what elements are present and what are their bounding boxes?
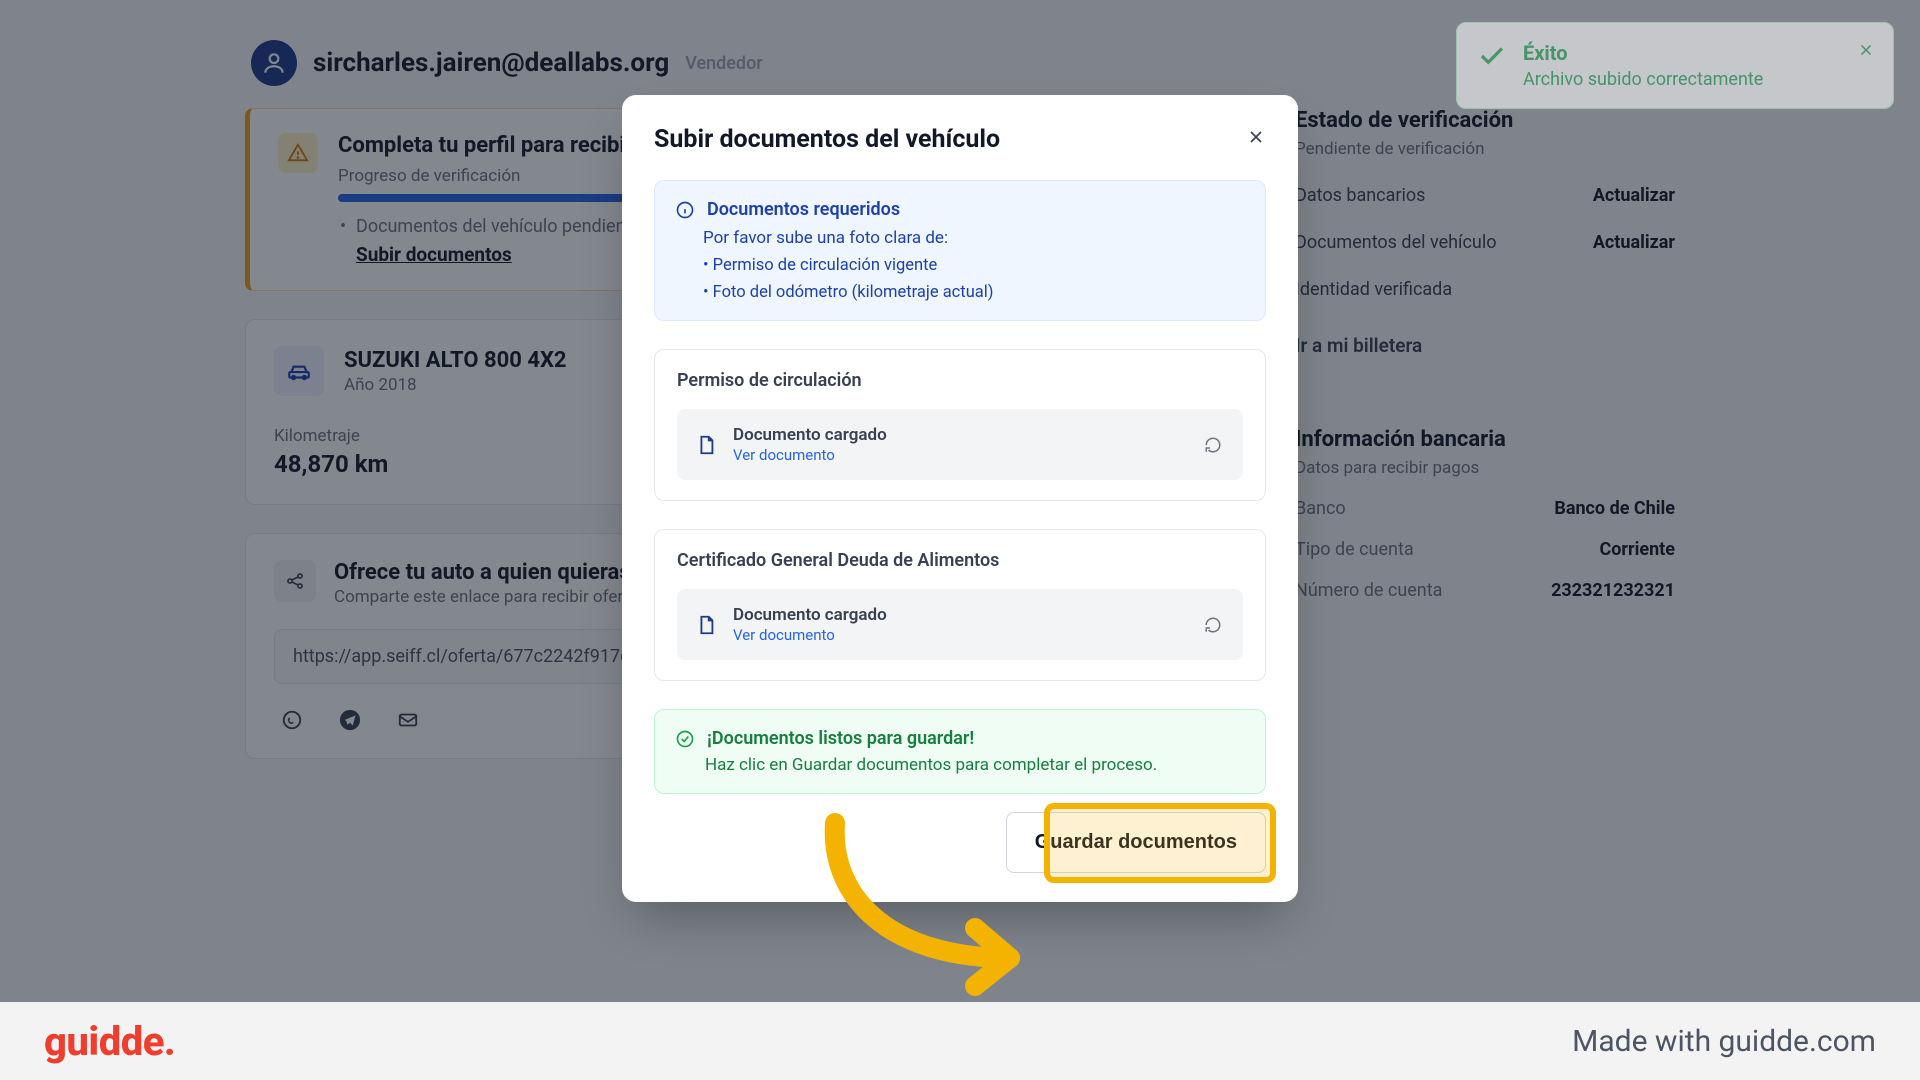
ready-title: ¡Documentos listos para guardar! <box>707 728 974 749</box>
required-subtitle: Por favor sube una foto clara de: <box>703 228 1245 248</box>
doc-card-permiso: Permiso de circulación Documento cargado… <box>654 349 1266 501</box>
required-item-2: • Foto del odómetro (kilometraje actual) <box>703 283 1245 302</box>
save-documents-button[interactable]: Guardar documentos <box>1006 812 1266 873</box>
toast-title: Éxito <box>1523 41 1763 65</box>
upload-documents-modal: Subir documentos del vehículo Documentos… <box>622 95 1298 902</box>
refresh-icon <box>1204 616 1222 634</box>
doc-title: Certificado General Deuda de Alimentos <box>677 550 1243 571</box>
check-icon <box>1477 41 1507 71</box>
ready-to-save-box: ¡Documentos listos para guardar! Haz cli… <box>654 709 1266 794</box>
refresh-button[interactable] <box>1201 613 1225 637</box>
doc-loaded-label: Documento cargado <box>733 425 887 445</box>
made-with-label: Made with guidde.com <box>1572 1024 1876 1059</box>
success-toast: Éxito Archivo subido correctamente <box>1456 22 1894 109</box>
doc-loaded-label: Documento cargado <box>733 605 887 625</box>
view-document-link[interactable]: Ver documento <box>733 626 835 644</box>
view-document-link[interactable]: Ver documento <box>733 446 835 464</box>
required-title: Documentos requeridos <box>707 199 900 220</box>
check-circle-icon <box>675 729 695 749</box>
info-icon <box>675 200 695 220</box>
toast-message: Archivo subido correctamente <box>1523 69 1763 90</box>
ready-subtitle: Haz clic en Guardar documentos para comp… <box>705 755 1245 775</box>
refresh-icon <box>1204 436 1222 454</box>
required-item-1: • Permiso de circulación vigente <box>703 256 1245 275</box>
file-icon <box>695 434 717 456</box>
required-documents-box: Documentos requeridos Por favor sube una… <box>654 180 1266 321</box>
refresh-button[interactable] <box>1201 433 1225 457</box>
doc-card-certificado: Certificado General Deuda de Alimentos D… <box>654 529 1266 681</box>
guidde-logo: guidde. <box>44 1018 175 1065</box>
footer: guidde. Made with guidde.com <box>0 1002 1920 1080</box>
close-icon <box>1246 127 1266 147</box>
file-icon <box>695 614 717 636</box>
doc-title: Permiso de circulación <box>677 370 1243 391</box>
modal-title: Subir documentos del vehículo <box>654 125 1266 154</box>
close-icon <box>1857 41 1875 59</box>
toast-close-button[interactable] <box>1855 39 1877 61</box>
modal-close-button[interactable] <box>1242 123 1270 151</box>
